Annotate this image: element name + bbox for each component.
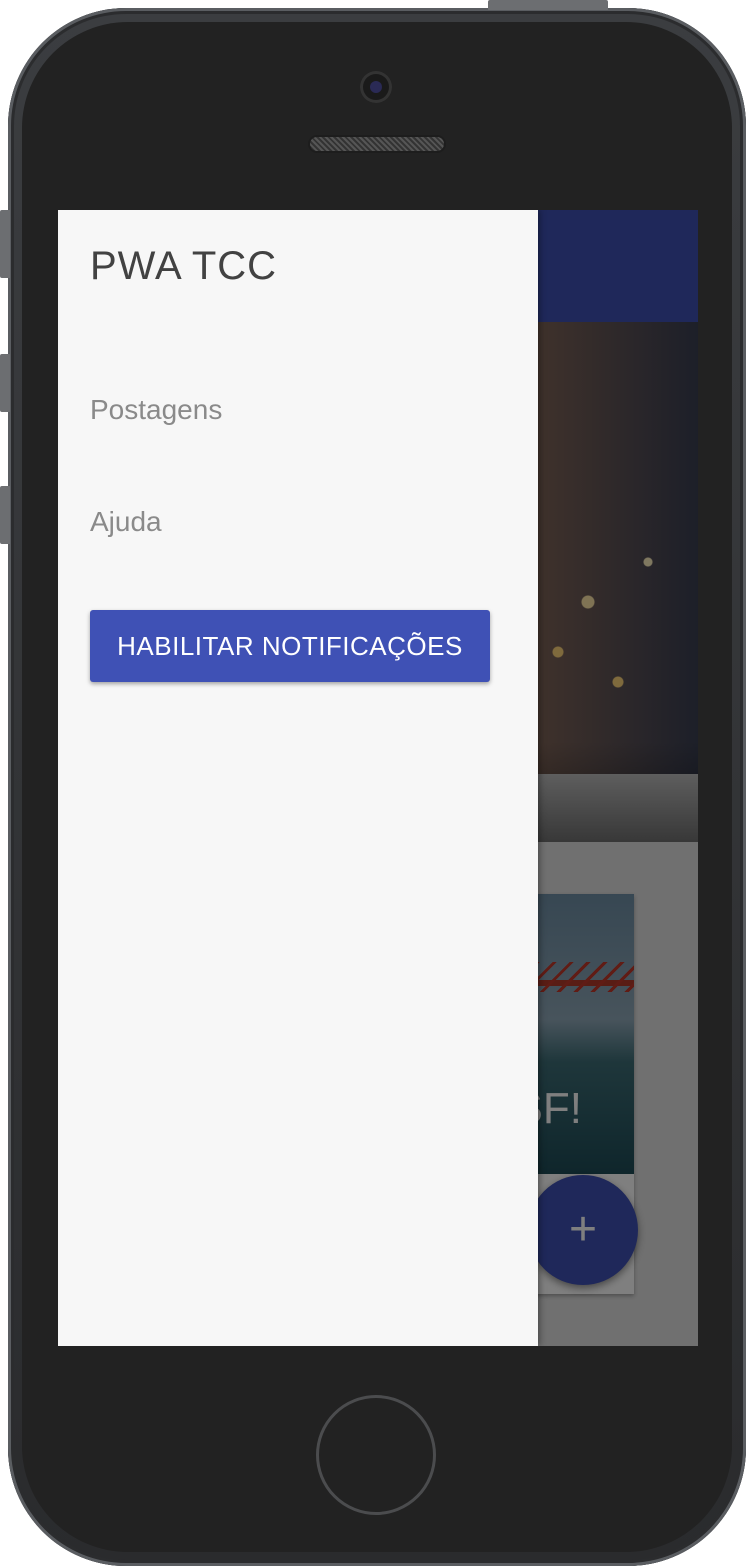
navigation-drawer: PWA TCC Postagens Ajuda HABILITAR NOTIFI… (58, 210, 538, 1346)
earpiece-speaker (310, 137, 444, 151)
front-camera (360, 71, 392, 103)
power-button (488, 0, 608, 10)
volume-up-button (0, 354, 10, 412)
mute-switch (0, 210, 10, 278)
enable-notifications-button[interactable]: HABILITAR NOTIFICAÇÕES (90, 610, 490, 682)
nav-link-ajuda[interactable]: Ajuda (90, 506, 162, 538)
volume-down-button (0, 486, 10, 544)
nav-link-postagens[interactable]: Postagens (90, 394, 222, 426)
home-button (316, 1395, 436, 1515)
drawer-title: PWA TCC (90, 244, 278, 288)
screen: SF! + PWA TCC Postagens Ajuda HABILITAR … (58, 210, 698, 1346)
